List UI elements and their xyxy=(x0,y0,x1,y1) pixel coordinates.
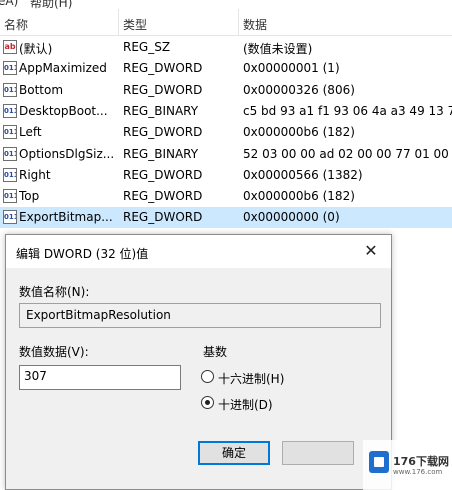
dialog-title: 编辑 DWORD (32 位)值 xyxy=(16,247,149,261)
column-header-name[interactable]: 名称 xyxy=(4,16,28,33)
binary-value-icon: 011 xyxy=(3,189,17,204)
value-type: REG_DWORD xyxy=(123,167,203,182)
radio-dec-dot[interactable] xyxy=(201,396,214,409)
radio-dec-label: 十进制(D) xyxy=(218,398,273,412)
value-type: REG_DWORD xyxy=(123,82,203,97)
value-data: 0x00000001 (1) xyxy=(243,61,340,76)
value-data: 0x000000b6 (182) xyxy=(243,125,355,140)
menu-item-help[interactable]: 帮助(H) xyxy=(30,0,72,9)
value-type: REG_DWORD xyxy=(123,210,203,225)
value-name: Bottom xyxy=(19,82,64,97)
site-logo-icon xyxy=(369,451,389,473)
table-row[interactable]: 011Top REG_DWORD 0x000000b6 (182) xyxy=(0,186,452,207)
table-row[interactable]: 011ExportBitmap... REG_DWORD 0x00000000 (0… xyxy=(0,207,452,229)
radio-dec[interactable]: 十进制(D) xyxy=(201,395,371,413)
value-name-field: ExportBitmapResolution xyxy=(19,303,381,328)
table-row[interactable]: ab (默认) REG_SZ (数值未设置) xyxy=(0,37,452,58)
cancel-button[interactable] xyxy=(282,441,354,465)
radio-hex[interactable]: 十六进制(H) xyxy=(201,369,371,387)
value-type: REG_DWORD xyxy=(123,125,203,140)
value-data: 0x00000566 (1382) xyxy=(243,167,363,182)
watermark-text: 176下载网 xyxy=(393,455,449,468)
value-name: AppMaximized xyxy=(19,61,107,76)
value-name: Right xyxy=(19,167,51,182)
dialog-titlebar: 编辑 DWORD (32 位)值 ✕ xyxy=(6,235,391,268)
ok-button[interactable]: 确定 xyxy=(198,441,270,465)
value-data: (数值未设置) xyxy=(243,42,313,56)
table-row[interactable]: 011DesktopBoot... REG_BINARY c5 bd 93 a1 f… xyxy=(0,101,452,122)
table-row[interactable]: 011Right REG_DWORD 0x00000566 (1382) xyxy=(0,165,452,186)
value-data: 0x000000b6 (182) xyxy=(243,189,355,204)
value-data: 0x00000326 (806) xyxy=(243,82,355,97)
column-headers: 名称 类型 数据 xyxy=(0,9,452,36)
column-divider[interactable] xyxy=(118,9,119,35)
table-row[interactable]: 011Left REG_DWORD 0x000000b6 (182) xyxy=(0,122,452,143)
binary-value-icon: 011 xyxy=(3,146,17,161)
value-data-input[interactable]: 307 xyxy=(19,365,181,390)
table-row[interactable]: 011OptionsDlgSiz... REG_BINARY 52 03 00 00… xyxy=(0,144,452,165)
close-icon[interactable]: ✕ xyxy=(357,239,385,263)
value-name: ExportBitmap... xyxy=(19,210,113,225)
value-type: REG_SZ xyxy=(123,40,171,54)
table-row[interactable]: 011AppMaximized REG_DWORD 0x00000001 (1) xyxy=(0,58,452,79)
site-watermark: 176下载网 www.176.com xyxy=(363,440,452,490)
value-type: REG_BINARY xyxy=(123,146,199,161)
table-row[interactable]: 011Bottom REG_DWORD 0x00000326 (806) xyxy=(0,80,452,101)
menu-bar: éA) 帮助(H) xyxy=(0,0,452,9)
radio-hex-label: 十六进制(H) xyxy=(218,372,285,386)
value-data: 0x00000000 (0) xyxy=(243,210,340,225)
binary-value-icon: 011 xyxy=(3,210,17,225)
value-type: REG_BINARY xyxy=(123,103,199,118)
value-name: Left xyxy=(19,125,42,140)
value-type: REG_DWORD xyxy=(123,61,203,76)
binary-value-icon: 011 xyxy=(3,167,17,182)
binary-value-icon: 011 xyxy=(3,82,17,97)
string-value-icon: ab xyxy=(3,40,17,54)
base-label: 基数 xyxy=(203,345,228,359)
value-name: DesktopBoot... xyxy=(19,103,108,118)
base-group: 基数 十六进制(H) 十进制(D) xyxy=(197,341,377,423)
column-header-type[interactable]: 类型 xyxy=(123,16,147,33)
menu-item-edit[interactable]: éA) xyxy=(0,0,18,8)
column-divider[interactable] xyxy=(238,9,239,35)
binary-value-icon: 011 xyxy=(3,61,17,76)
edit-dword-dialog: 编辑 DWORD (32 位)值 ✕ 数值名称(N): ExportBitmap… xyxy=(5,234,392,490)
value-name: OptionsDlgSiz... xyxy=(19,146,115,161)
value-name: (默认) xyxy=(19,42,53,56)
watermark-subtext: www.176.com xyxy=(393,468,443,476)
value-data: c5 bd 93 a1 f1 93 06 4a a3 49 13 7f xyxy=(243,103,452,118)
value-data: 52 03 00 00 ad 02 00 00 77 01 00 00 xyxy=(243,146,452,161)
binary-value-icon: 011 xyxy=(3,125,17,140)
radio-hex-dot[interactable] xyxy=(201,370,214,383)
value-name-label: 数值名称(N): xyxy=(19,285,90,299)
value-type: REG_DWORD xyxy=(123,189,203,204)
value-name: Top xyxy=(19,189,40,204)
column-header-data[interactable]: 数据 xyxy=(243,16,267,33)
value-data-label: 数值数据(V): xyxy=(19,345,89,359)
binary-value-icon: 011 xyxy=(3,103,17,118)
